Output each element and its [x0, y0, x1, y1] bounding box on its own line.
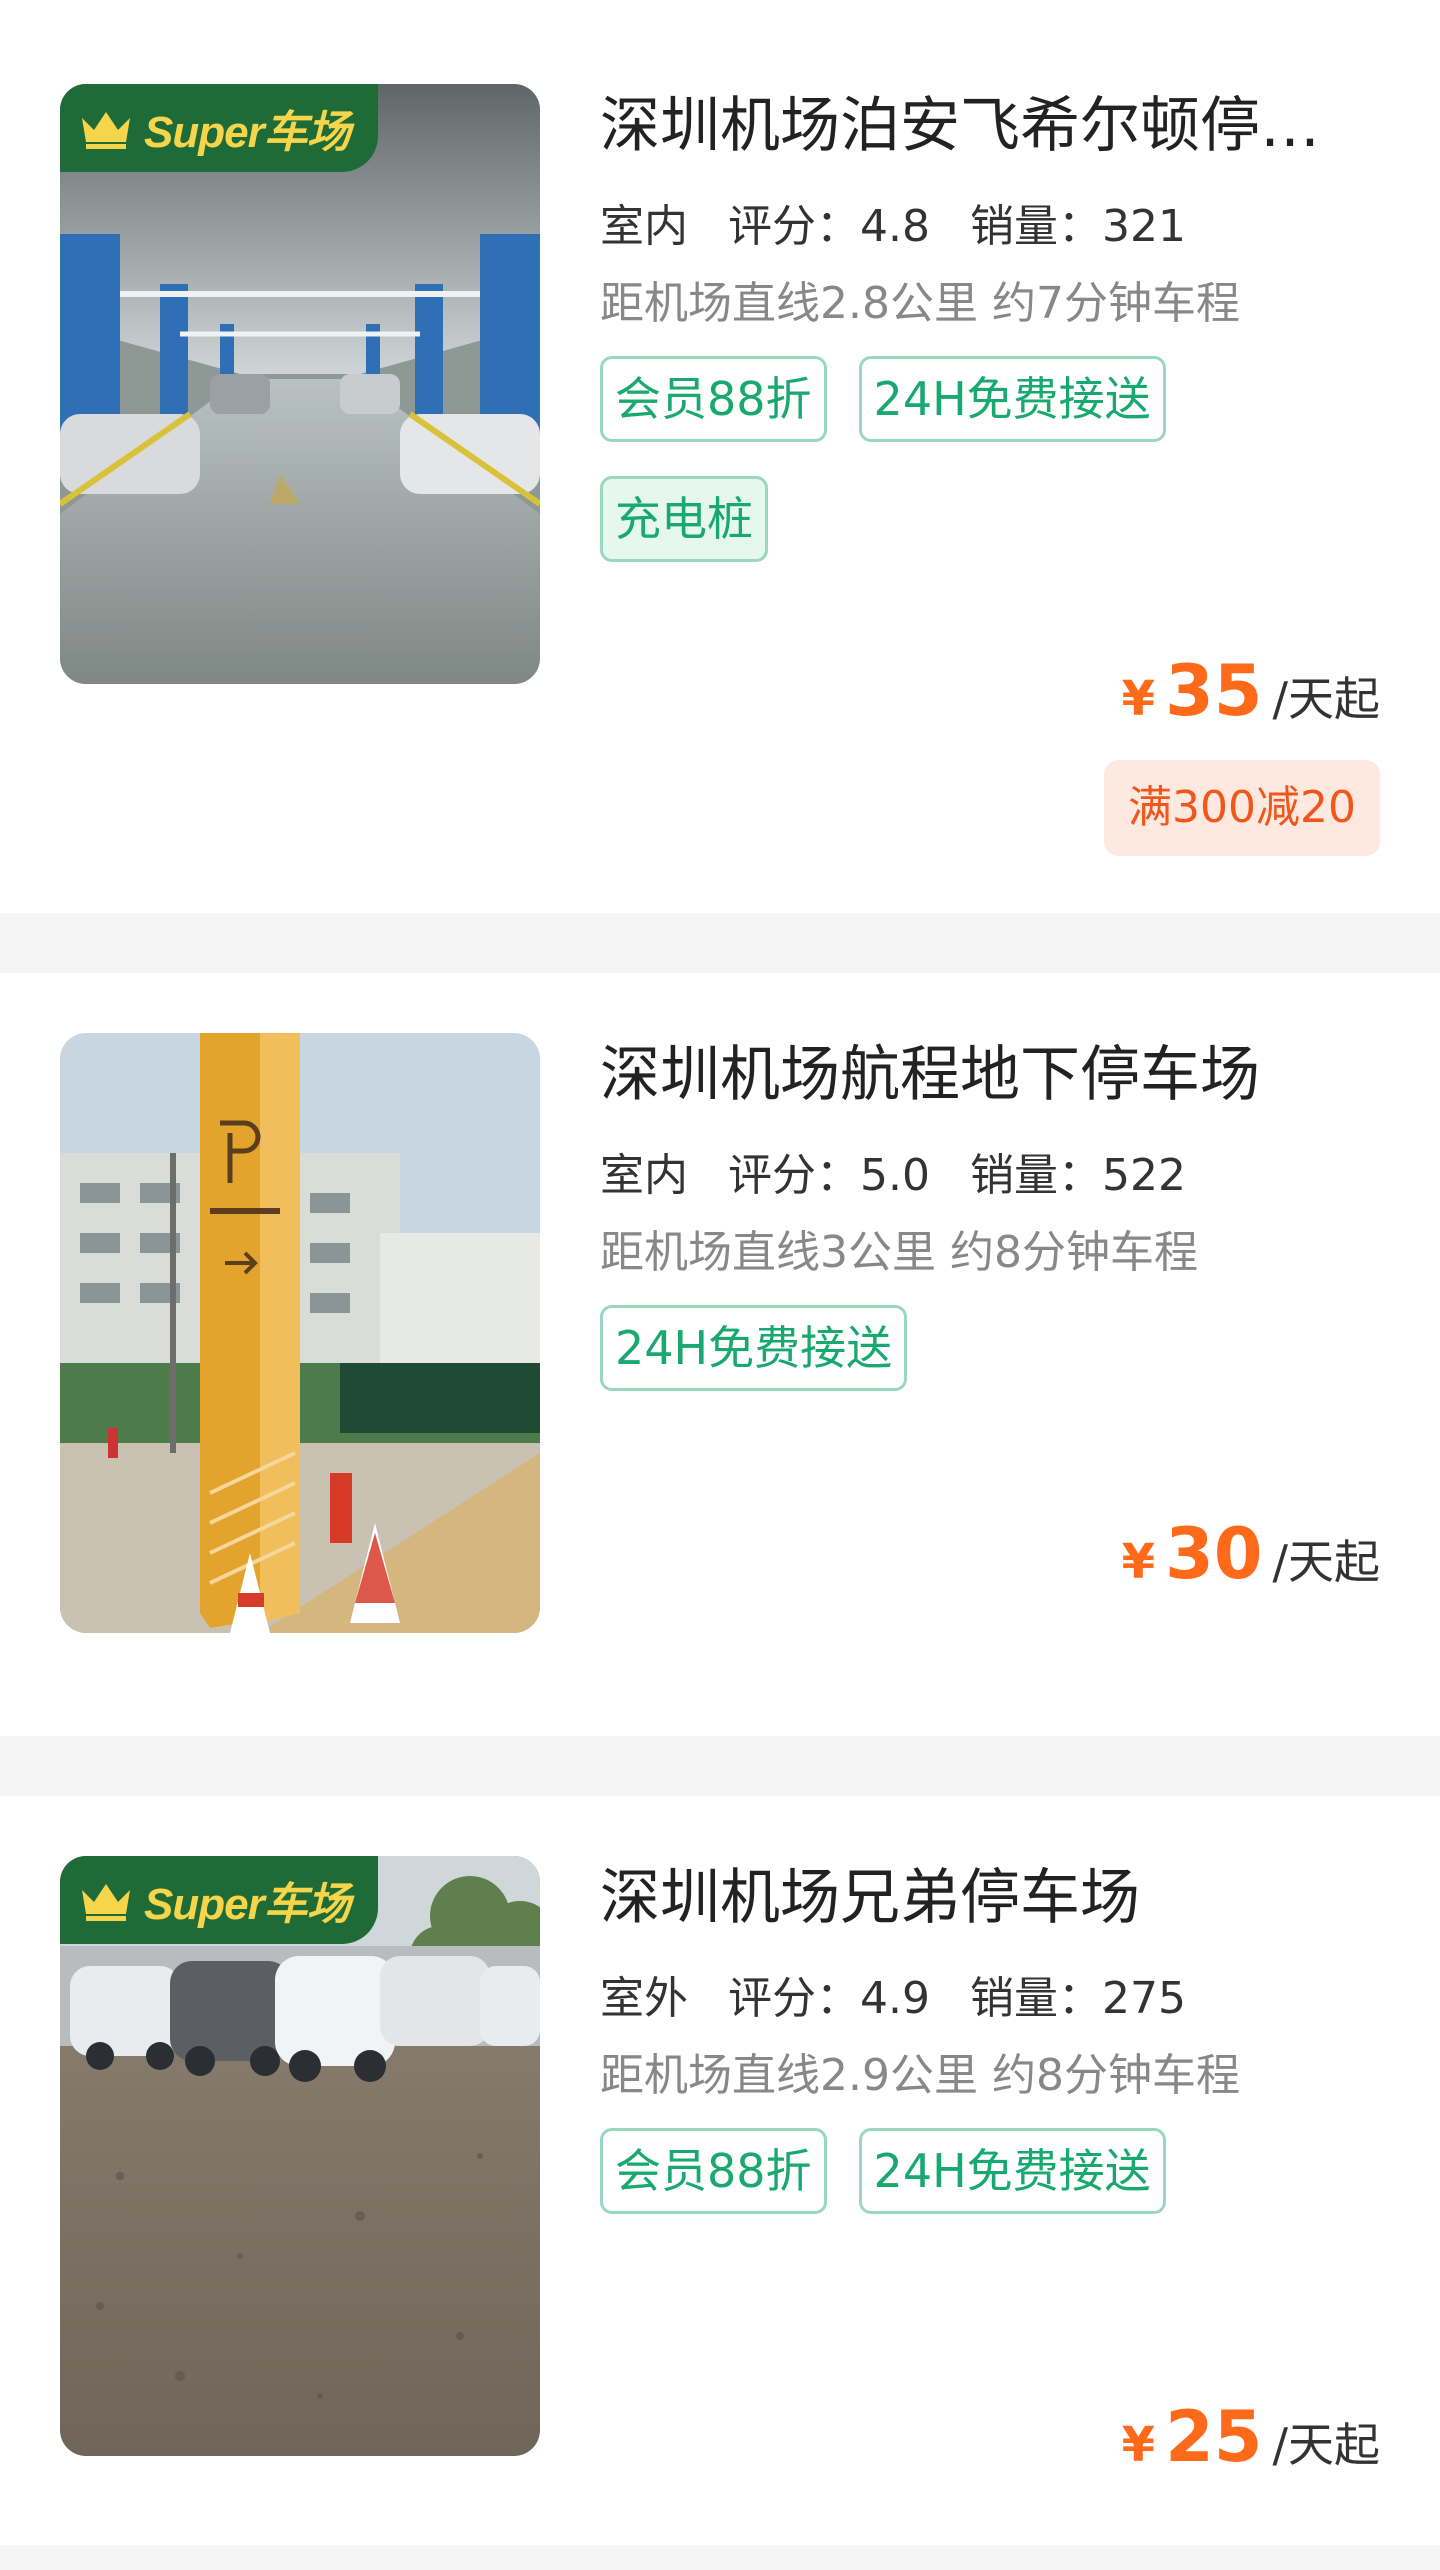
super-parking-badge: Super车场	[60, 1856, 378, 1944]
parking-sales: 销量：275	[969, 1973, 1186, 2024]
super-badge-label: Super车场	[144, 1880, 351, 1929]
parking-price: ¥ 35 /天起	[1122, 650, 1380, 732]
parking-title[interactable]: 深圳机场兄弟停车场	[600, 1856, 1380, 1940]
parking-list: Super车场 深圳机场泊安飞希尔顿停… 室内 评分：4.8 销量：321 距机…	[0, 0, 1440, 2545]
parking-price: ¥ 25 /天起	[1122, 2396, 1380, 2478]
parking-type-label: 室外	[600, 1973, 688, 2024]
super-badge-label: Super车场	[144, 108, 351, 157]
parking-info: 深圳机场航程地下停车场 室内 评分：5.0 销量：522 距机场直线3公里 约8…	[600, 1033, 1380, 1425]
parking-photo-signpost	[60, 1033, 540, 1633]
parking-title[interactable]: 深圳机场航程地下停车场	[600, 1033, 1380, 1117]
parking-rating: 评分：5.0	[728, 1150, 930, 1201]
price-unit: /天起	[1272, 1535, 1381, 1589]
parking-photo-outdoor-lot: Super车场	[60, 1856, 540, 2456]
parking-type: 室内	[600, 190, 696, 260]
crown-icon	[82, 112, 130, 149]
parking-card[interactable]: Super车场 深圳机场泊安飞希尔顿停… 室内 评分：4.8 销量：321 距机…	[0, 0, 1440, 913]
parking-info: 深圳机场泊安飞希尔顿停… 室内 评分：4.8 销量：321 距机场直线2.8公里…	[600, 84, 1380, 596]
crown-icon	[82, 1884, 130, 1921]
parking-meta: 室内 评分：5.0 销量：522	[600, 1137, 1380, 1209]
parking-tags: 24H免费接送	[600, 1305, 1380, 1425]
parking-meta: 室内 评分：4.8 销量：321	[600, 188, 1380, 260]
parking-rating: 评分：4.9	[728, 1973, 930, 2024]
parking-distance: 距机场直线2.9公里 约8分钟车程	[600, 2050, 1240, 2101]
parking-photo-underground-garage: Super车场	[60, 84, 540, 684]
parking-tags: 会员88折 24H免费接送 充电桩	[600, 356, 1380, 596]
parking-sales: 销量：321	[969, 201, 1186, 252]
price-value: 35	[1165, 650, 1263, 732]
tag-free-shuttle: 24H免费接送	[858, 356, 1166, 442]
tag-charging-pile: 充电桩	[600, 476, 768, 562]
parking-type: 室内	[600, 1139, 696, 1209]
parking-tags: 会员88折 24H免费接送	[600, 2128, 1380, 2248]
parking-title[interactable]: 深圳机场泊安飞希尔顿停…	[600, 84, 1380, 168]
parking-sales: 销量：522	[969, 1150, 1186, 1201]
parking-card[interactable]: 深圳机场航程地下停车场 室内 评分：5.0 销量：522 距机场直线3公里 约8…	[0, 973, 1440, 1736]
parking-type-label: 室内	[600, 201, 688, 252]
tag-member-discount: 会员88折	[600, 2128, 827, 2214]
price-unit: /天起	[1272, 2418, 1381, 2472]
currency-symbol: ¥	[1121, 671, 1156, 727]
parking-type: 室外	[600, 1962, 696, 2032]
tag-free-shuttle: 24H免费接送	[600, 1305, 908, 1391]
currency-symbol: ¥	[1121, 2417, 1156, 2473]
price-value: 25	[1165, 2396, 1263, 2478]
parking-distance: 距机场直线2.8公里 约7分钟车程	[600, 278, 1240, 329]
parking-info: 深圳机场兄弟停车场 室外 评分：4.9 销量：275 距机场直线2.9公里 约8…	[600, 1856, 1380, 2248]
parking-price: ¥ 30 /天起	[1122, 1513, 1380, 1595]
price-unit: /天起	[1272, 672, 1381, 726]
tag-member-discount: 会员88折	[600, 356, 827, 442]
discount-badge: 满300减20	[1104, 760, 1380, 856]
parking-card[interactable]: Super车场 深圳机场兄弟停车场 室外 评分：4.9 销量：275 距机场直线…	[0, 1796, 1440, 2545]
parking-distance: 距机场直线3公里 约8分钟车程	[600, 1227, 1198, 1278]
super-parking-badge: Super车场	[60, 84, 378, 172]
price-value: 30	[1165, 1513, 1263, 1595]
parking-meta: 室外 评分：4.9 销量：275	[600, 1960, 1380, 2032]
tag-free-shuttle: 24H免费接送	[858, 2128, 1166, 2214]
parking-type-label: 室内	[600, 1150, 688, 1201]
parking-rating: 评分：4.8	[728, 201, 930, 252]
currency-symbol: ¥	[1121, 1534, 1156, 1590]
